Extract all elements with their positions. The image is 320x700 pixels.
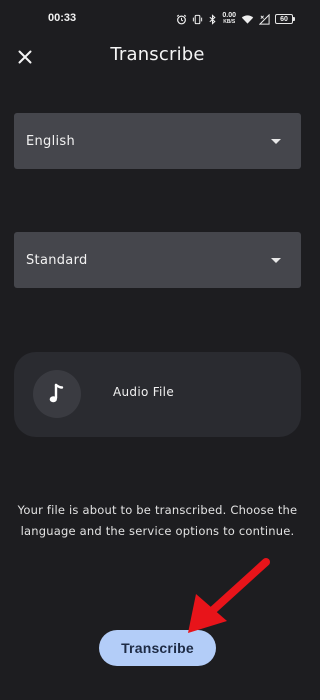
status-icons: 0.00 KB/S 60 <box>176 12 295 26</box>
service-select[interactable]: Standard <box>14 232 301 288</box>
page-title: Transcribe <box>110 44 205 65</box>
alarm-icon <box>176 14 187 25</box>
language-select[interactable]: English <box>14 113 301 169</box>
language-select-value: English <box>26 133 76 149</box>
network-speed: 0.00 KB/S <box>222 12 236 25</box>
bluetooth-icon <box>208 13 217 25</box>
music-note-icon <box>49 383 64 403</box>
info-text: Your file is about to be transcribed. Ch… <box>17 503 298 538</box>
annotation-arrow-icon <box>188 558 270 633</box>
vibrate-icon <box>192 14 203 25</box>
app-header: Transcribe <box>0 36 315 76</box>
audio-file-card[interactable]: Audio File <box>14 352 301 437</box>
wifi-icon <box>241 14 254 25</box>
signal-icon <box>259 13 270 25</box>
service-select-value: Standard <box>26 252 88 268</box>
audio-file-label: Audio File <box>113 385 175 399</box>
audio-icon-circle <box>33 370 81 418</box>
chevron-down-icon <box>271 138 281 144</box>
status-time: 00:33 <box>48 12 77 24</box>
chevron-down-icon <box>271 257 281 263</box>
status-bar: 00:33 0.00 KB/S 60 <box>0 0 315 40</box>
transcribe-button[interactable]: Transcribe <box>99 630 216 666</box>
battery-indicator: 60 <box>275 14 295 24</box>
